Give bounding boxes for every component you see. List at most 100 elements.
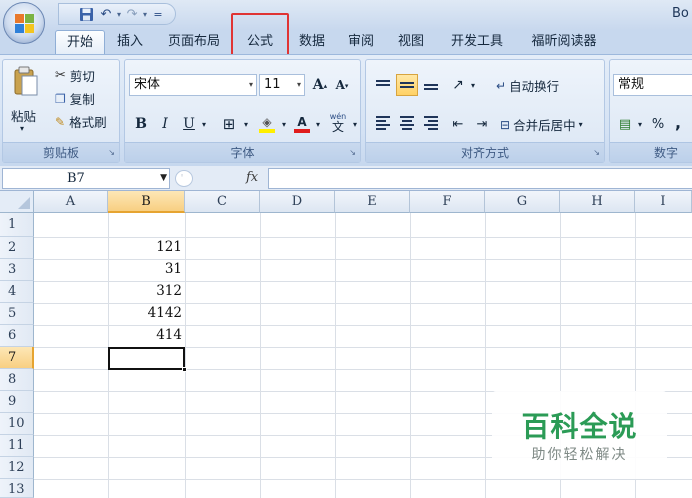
column-header-h[interactable]: H: [560, 191, 635, 213]
column-header-f[interactable]: F: [410, 191, 485, 213]
format-painter-icon: ✎: [55, 114, 66, 129]
cut-button[interactable]: ✂ 剪切: [55, 66, 95, 85]
row-header-5[interactable]: 5: [0, 303, 34, 325]
borders-icon[interactable]: ⊞: [217, 112, 241, 136]
fill-color-icon[interactable]: ◈: [255, 112, 279, 136]
column-header-i[interactable]: I: [635, 191, 692, 213]
alignment-launcher-icon[interactable]: ↘: [593, 148, 600, 158]
orientation-icon[interactable]: ↗: [446, 73, 470, 97]
number-format-select[interactable]: 常规: [613, 74, 692, 96]
font-color-icon[interactable]: A: [291, 112, 313, 136]
row-header-1[interactable]: 1: [0, 213, 34, 237]
copy-button[interactable]: ❐ 复制: [55, 89, 95, 108]
active-cell-b7[interactable]: [108, 347, 187, 372]
fill-color-dropdown-icon[interactable]: ▾: [279, 112, 289, 136]
merge-center-button[interactable]: ⊟ 合并后居中 ▾: [500, 115, 583, 134]
clipboard-launcher-icon[interactable]: ↘: [108, 148, 115, 158]
paste-label[interactable]: 粘贴: [11, 106, 36, 125]
column-header-e[interactable]: E: [335, 191, 410, 213]
font-launcher-icon[interactable]: ↘: [349, 148, 356, 158]
name-box[interactable]: B7 ▼: [2, 168, 170, 189]
grow-font-icon[interactable]: A ▴: [309, 73, 331, 97]
font-color-dropdown-icon[interactable]: ▾: [313, 112, 323, 136]
align-middle-icon[interactable]: [396, 74, 418, 96]
align-left-icon[interactable]: [372, 112, 394, 134]
row-header-11[interactable]: 11: [0, 435, 34, 457]
accounting-format-icon[interactable]: ▤: [614, 112, 636, 136]
align-right-icon[interactable]: [420, 112, 442, 134]
increase-indent-icon[interactable]: ⇥: [470, 112, 494, 136]
row-header-10[interactable]: 10: [0, 413, 34, 435]
font-name-dropdown-icon[interactable]: ▾: [249, 75, 253, 95]
bold-button[interactable]: B: [131, 112, 151, 136]
column-header-g[interactable]: G: [485, 191, 560, 213]
row-header-4[interactable]: 4: [0, 281, 34, 303]
paste-dropdown-icon[interactable]: ▾: [20, 124, 24, 133]
undo-dropdown-icon[interactable]: ▾: [117, 10, 121, 19]
align-center-icon[interactable]: [396, 112, 418, 134]
italic-button[interactable]: I: [155, 112, 175, 136]
customize-qat-icon[interactable]: =: [149, 5, 167, 23]
redo-icon[interactable]: ↷: [123, 5, 141, 23]
font-size-value: 11: [264, 77, 281, 92]
column-header-d[interactable]: D: [260, 191, 335, 213]
paste-icon[interactable]: [11, 64, 41, 100]
insert-function-button[interactable]: fx: [246, 170, 258, 185]
format-painter-label: 格式刷: [69, 115, 107, 130]
save-icon[interactable]: [77, 5, 95, 23]
row-header-9[interactable]: 9: [0, 391, 34, 413]
copy-label: 复制: [69, 92, 95, 107]
formula-input[interactable]: [268, 168, 692, 189]
column-header-b[interactable]: B: [108, 191, 185, 213]
row-header-3[interactable]: 3: [0, 259, 34, 281]
row-header-8[interactable]: 8: [0, 369, 34, 391]
merge-center-dropdown-icon[interactable]: ▾: [579, 120, 583, 129]
wrap-text-button[interactable]: ↵ 自动换行: [496, 76, 559, 95]
phonetic-dropdown-icon[interactable]: ▾: [350, 112, 360, 136]
cell-b2[interactable]: 121: [108, 239, 185, 259]
borders-dropdown-icon[interactable]: ▾: [241, 112, 251, 136]
font-size-select[interactable]: 11 ▾: [259, 74, 305, 96]
column-header-c[interactable]: C: [185, 191, 260, 213]
scissors-icon: ✂: [55, 68, 66, 83]
column-header-a[interactable]: A: [34, 191, 108, 213]
tab-developer[interactable]: 开发工具: [444, 30, 510, 54]
font-size-dropdown-icon[interactable]: ▾: [297, 75, 301, 95]
row-header-13[interactable]: 13: [0, 479, 34, 498]
tab-page-layout[interactable]: 页面布局: [160, 30, 228, 54]
row-header-6[interactable]: 6: [0, 325, 34, 347]
tab-foxit-reader[interactable]: 福昕阅读器: [524, 30, 604, 54]
align-bottom-icon[interactable]: [420, 74, 442, 96]
tab-view[interactable]: 视图: [391, 30, 431, 54]
fill-handle[interactable]: [182, 367, 187, 372]
decrease-indent-icon[interactable]: ⇤: [446, 112, 470, 136]
name-box-dropdown-icon[interactable]: ▼: [160, 169, 167, 188]
formula-bar-expand-icon[interactable]: ◦: [175, 170, 193, 187]
tab-review[interactable]: 审阅: [341, 30, 381, 54]
row-header-12[interactable]: 12: [0, 457, 34, 479]
comma-style-button[interactable]: ,: [670, 110, 686, 134]
shrink-font-icon[interactable]: A ▾: [331, 73, 353, 97]
phonetic-guide-icon[interactable]: wén 文: [325, 110, 351, 134]
redo-dropdown-icon[interactable]: ▾: [143, 10, 147, 19]
row-header-7[interactable]: 7: [0, 347, 34, 369]
row-header-2[interactable]: 2: [0, 237, 34, 259]
underline-button[interactable]: U: [179, 112, 199, 136]
tab-home[interactable]: 开始: [55, 30, 105, 55]
orientation-dropdown-icon[interactable]: ▾: [468, 73, 478, 97]
select-all-button[interactable]: [0, 191, 34, 213]
underline-dropdown-icon[interactable]: ▾: [199, 112, 209, 136]
cell-b4[interactable]: 312: [108, 283, 185, 303]
cell-b3[interactable]: 31: [108, 261, 185, 281]
cell-b5[interactable]: 4142: [108, 305, 185, 325]
tab-insert[interactable]: 插入: [110, 30, 150, 54]
percent-button[interactable]: %: [648, 112, 668, 136]
align-top-icon[interactable]: [372, 74, 394, 96]
font-name-select[interactable]: 宋体 ▾: [129, 74, 257, 96]
office-button[interactable]: [3, 2, 45, 44]
tab-data[interactable]: 数据: [292, 30, 332, 54]
undo-icon[interactable]: ↶: [97, 5, 115, 23]
format-painter-button[interactable]: ✎ 格式刷: [55, 112, 107, 131]
cell-b6[interactable]: 414: [108, 327, 185, 347]
accounting-dropdown-icon[interactable]: ▾: [635, 112, 645, 136]
